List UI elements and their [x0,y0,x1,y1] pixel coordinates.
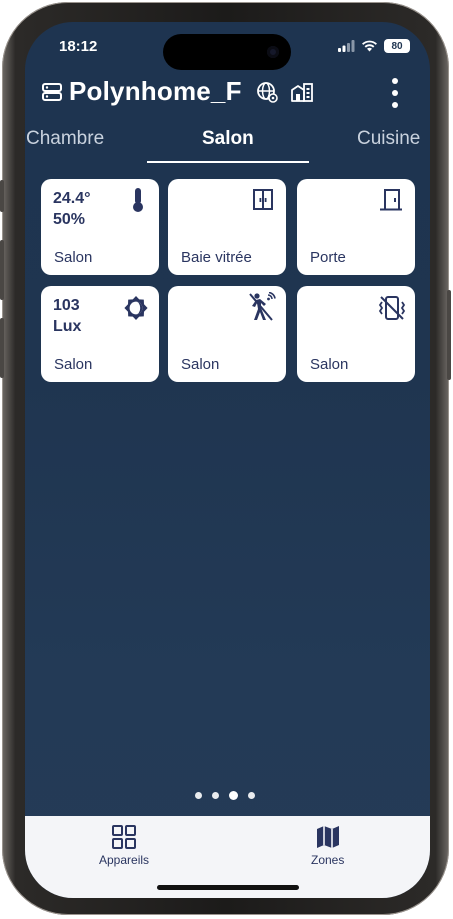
nav-label: Zones [311,853,345,867]
page-indicator [195,791,255,800]
tile-label: Porte [310,249,346,266]
porte-tile[interactable]: Porte [297,179,415,275]
tile-label: Salon [181,356,220,373]
tile-value: 103 Lux [53,295,81,337]
humidity-value: 50% [53,211,86,228]
volume-up-button [0,240,4,300]
page-dot[interactable] [195,792,202,799]
page-dot[interactable] [248,792,255,799]
status-icons: 80 [338,39,410,53]
status-time: 18:12 [59,38,98,55]
tile-label: Salon [54,356,93,373]
volume-down-button [0,318,4,378]
power-button [447,290,451,380]
tile-label: Salon [54,249,93,266]
vibration-off-icon [377,295,407,321]
brightness-tile[interactable]: 103 Lux Salon [41,286,159,382]
thermometer-icon [131,187,145,213]
more-vertical-icon[interactable] [390,78,400,108]
motion-sensor-icon [248,292,276,322]
battery-icon: 80 [384,39,410,53]
lux-value: 103 [53,297,80,314]
vibration-tile[interactable]: Salon [297,286,415,382]
nav-zones[interactable]: Zones [311,824,344,867]
home-indicator[interactable] [157,885,299,890]
double-door-icon [252,189,274,211]
wifi-icon [362,40,377,52]
building-icon[interactable] [290,81,314,103]
temperature-humidity-tile[interactable]: 24.4° 50% Salon [41,179,159,275]
bottom-nav: Appareils Zones [25,816,430,898]
tab-salon[interactable]: Salon [202,128,254,150]
lux-unit: Lux [53,318,82,335]
signal-icon [338,40,355,52]
grid-icon [112,825,137,849]
door-icon [379,189,403,211]
globe-settings-icon[interactable] [256,81,278,103]
map-icon [316,826,339,848]
active-tab-indicator [147,161,309,163]
tile-label: Salon [310,356,349,373]
app-screen: 18:12 80 Polynhome_F Chambre Salon Cuisi… [25,22,430,898]
app-header: Polynhome_F [41,76,314,107]
home-title: Polynhome_F [69,76,242,106]
action-button [0,180,4,212]
baie-vitree-tile[interactable]: Baie vitrée [168,179,286,275]
nav-appareils[interactable]: Appareils [99,824,149,867]
page-dot-active[interactable] [229,791,238,800]
server-icon[interactable] [41,81,63,103]
tab-chambre[interactable]: Chambre [26,128,104,150]
tile-label: Baie vitrée [181,249,252,266]
dynamic-island [163,34,291,70]
tab-cuisine[interactable]: Cuisine [357,128,420,150]
page-dot[interactable] [212,792,219,799]
motion-sensor-tile[interactable]: Salon [168,286,286,382]
tile-value: 24.4° 50% [53,188,91,230]
front-camera [267,46,279,58]
brightness-icon [123,295,149,321]
nav-label: Appareils [99,853,150,867]
temperature-value: 24.4° [53,190,91,207]
